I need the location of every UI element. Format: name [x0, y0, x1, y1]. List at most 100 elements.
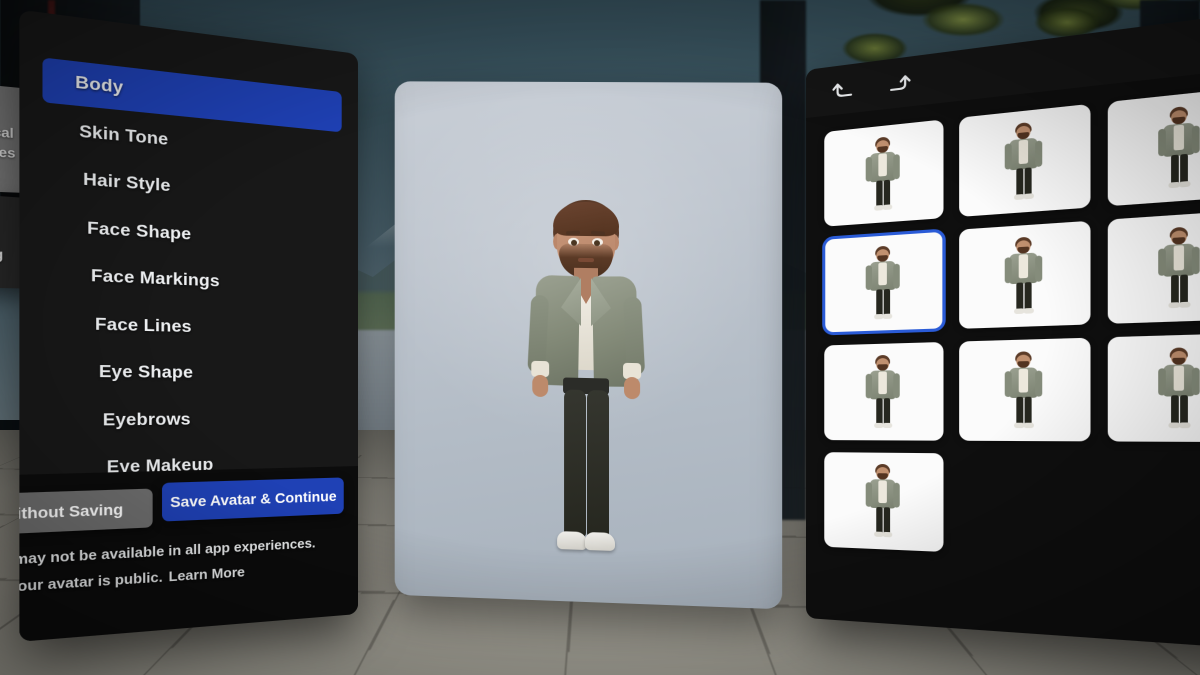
mini-avatar-part: [1180, 153, 1188, 185]
mini-avatar-part: [1191, 367, 1200, 396]
mini-avatar: [1004, 236, 1044, 318]
mini-avatar-part: [1016, 168, 1024, 197]
mini-avatar-part: [1178, 301, 1191, 308]
avatar-preview-panel[interactable]: [394, 81, 783, 610]
undo-arrow-icon[interactable]: [830, 75, 859, 103]
mini-avatar-part: [1035, 370, 1043, 397]
body-type-thumbnail[interactable]: [824, 119, 944, 227]
mini-avatar-part: [883, 288, 891, 316]
mini-avatar-part: [1171, 395, 1179, 425]
mini-avatar-part: [882, 204, 893, 211]
mini-avatar-part: [878, 153, 887, 177]
menu-item-label: Hair Style: [83, 170, 171, 196]
mini-avatar-part: [1023, 307, 1034, 314]
avatar-hair: [553, 201, 620, 237]
mini-avatar-part: [1024, 167, 1032, 197]
menu-item-label: Skin Tone: [79, 121, 169, 149]
mini-avatar-part: [1158, 248, 1166, 276]
body-type-thumbnail[interactable]: [1107, 332, 1200, 443]
menu-item-label: Body: [75, 73, 124, 98]
vr-avatar-editor-screen: Physical Features Clothing Body Skin Tone…: [0, 0, 1200, 675]
mini-avatar: [865, 245, 901, 323]
body-type-thumbnail[interactable]: [959, 337, 1091, 442]
mini-avatar-part: [1024, 396, 1032, 425]
mini-avatar-part: [1023, 422, 1034, 429]
avatar-leg-left: [564, 389, 586, 538]
redo-arrow-icon[interactable]: [883, 69, 913, 97]
mini-avatar-part: [1173, 124, 1185, 151]
mini-avatar-part: [1035, 140, 1043, 168]
mini-avatar-part: [882, 422, 893, 429]
mini-avatar-part: [878, 480, 887, 504]
mini-avatar-part: [1171, 154, 1179, 185]
mini-avatar-part: [876, 506, 883, 534]
mini-avatar-part: [1173, 365, 1185, 391]
mini-avatar-part: [893, 263, 900, 289]
mini-avatar-part: [865, 373, 873, 399]
mini-avatar-part: [893, 373, 900, 399]
mini-avatar: [865, 463, 901, 541]
body-type-thumbnail[interactable]: [1107, 209, 1200, 324]
mini-avatar-part: [1004, 371, 1012, 398]
body-type-thumbnail[interactable]: [824, 452, 944, 552]
mini-avatar-part: [1016, 396, 1024, 425]
mini-avatar-part: [893, 482, 900, 508]
mini-avatar-part: [1004, 257, 1012, 284]
menu-item-face-lines[interactable]: Face Lines: [42, 301, 341, 351]
body-type-thumbnail[interactable]: [959, 220, 1091, 329]
customization-menu-panel: Body Skin Tone Hair Style Face Shape Face Ma…: [19, 9, 358, 642]
mini-avatar-part: [893, 154, 900, 180]
body-type-thumbnail[interactable]: [824, 341, 944, 441]
mini-avatar-part: [883, 398, 891, 425]
mini-avatar-part: [1018, 139, 1029, 165]
mini-avatar-part: [1191, 125, 1200, 154]
mini-avatar-part: [1171, 274, 1179, 305]
mini-avatar: [1004, 351, 1044, 431]
mini-avatar-part: [1158, 128, 1166, 157]
mini-avatar-part: [876, 180, 883, 208]
mini-avatar: [1004, 121, 1044, 204]
mini-avatar-part: [1004, 143, 1012, 170]
mini-avatar-part: [1178, 180, 1191, 188]
mini-avatar-part: [1180, 395, 1188, 425]
menu-item-eye-shape[interactable]: Eye Shape: [42, 350, 341, 395]
clothing-label: Clothing: [0, 243, 4, 263]
mini-avatar-part: [876, 398, 883, 425]
mini-avatar: [1157, 226, 1200, 312]
customization-menu-list: Body Skin Tone Hair Style Face Shape Face Ma…: [19, 10, 358, 477]
mini-avatar-part: [878, 262, 887, 286]
mini-avatar-part: [1018, 254, 1029, 279]
learn-more-link[interactable]: Learn More: [169, 565, 245, 585]
menu-item-label: Face Lines: [94, 314, 192, 336]
body-type-thumbnail[interactable]: [959, 103, 1091, 217]
mini-avatar-part: [876, 289, 883, 317]
mini-avatar: [865, 135, 901, 214]
mini-avatar-part: [1173, 245, 1185, 271]
body-type-thumbnail[interactable]: [822, 228, 946, 336]
menu-item-eyebrows[interactable]: Eyebrows: [42, 399, 341, 444]
mini-avatar-part: [1024, 282, 1032, 311]
mini-avatar-part: [1018, 368, 1029, 393]
mini-avatar-part: [882, 531, 893, 538]
mini-avatar-part: [865, 156, 873, 182]
mini-avatar-part: [1035, 255, 1043, 282]
avatar-leg-right: [586, 390, 610, 539]
menu-item-label: Eye Shape: [98, 362, 194, 383]
mini-avatar-part: [1016, 282, 1024, 311]
mini-avatar-part: [865, 482, 873, 507]
menu-item-label: Face Markings: [90, 266, 220, 291]
avatar-mouth: [578, 257, 594, 263]
mini-avatar-part: [1158, 368, 1166, 396]
avatar-shoe-left: [557, 531, 587, 551]
mini-avatar: [1157, 347, 1200, 432]
mini-avatar-part: [1191, 246, 1200, 275]
mini-avatar-part: [865, 265, 873, 291]
mini-avatar: [1157, 105, 1200, 193]
body-type-thumbnail-grid: [822, 85, 1200, 567]
body-type-thumbnail[interactable]: [1107, 86, 1200, 207]
mini-avatar-part: [883, 507, 891, 535]
disclaimer-line-2: Your avatar is public.: [19, 569, 163, 595]
mini-avatar-part: [882, 313, 893, 320]
mini-avatar: [865, 354, 901, 432]
avatar-eyebrow-left: [565, 230, 581, 236]
